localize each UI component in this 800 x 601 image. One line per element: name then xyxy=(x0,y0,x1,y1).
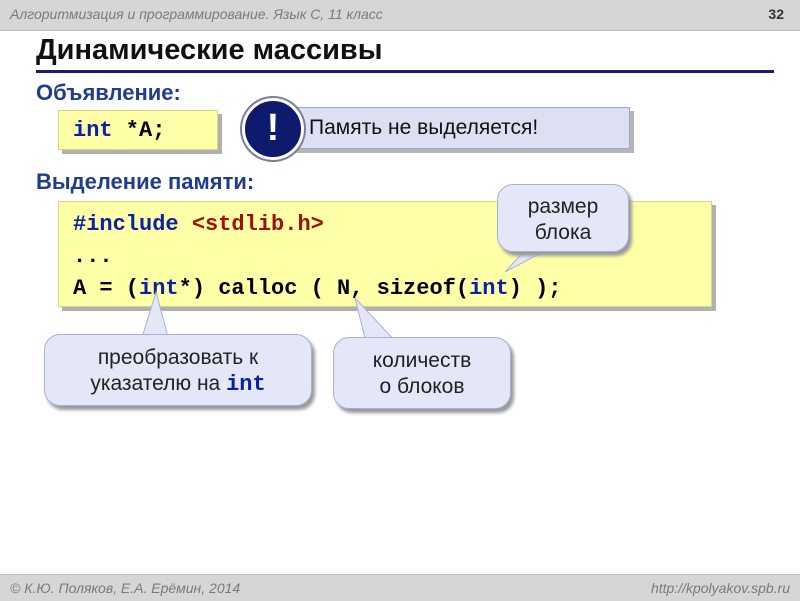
block-size-line1: размер xyxy=(527,195,599,218)
authors-label: © К.Ю. Поляков, Е.А. Ерёмин, 2014 xyxy=(10,580,241,596)
count-tail xyxy=(354,297,398,343)
slide-footer: © К.Ю. Поляков, Е.А. Ерёмин, 2014 http:/… xyxy=(0,574,800,601)
callout-tails xyxy=(139,244,557,345)
count-line2: о блоков xyxy=(379,375,465,398)
block-size-line2: блока xyxy=(534,221,592,244)
count-line1: количеств xyxy=(372,349,472,372)
count-callout: количеств о блоков xyxy=(333,337,511,409)
website-link[interactable]: http://kpolyakov.spb.ru xyxy=(651,580,790,596)
cast-line2: указателю на int xyxy=(45,371,311,397)
cast-line1: преобразовать к xyxy=(97,346,259,369)
cast-callout: преобразовать к указателю на int xyxy=(44,334,312,406)
block-size-callout: размер блока xyxy=(497,184,629,252)
cast-line2-text: указателю на xyxy=(90,372,227,395)
cast-line2-keyword: int xyxy=(226,372,266,397)
